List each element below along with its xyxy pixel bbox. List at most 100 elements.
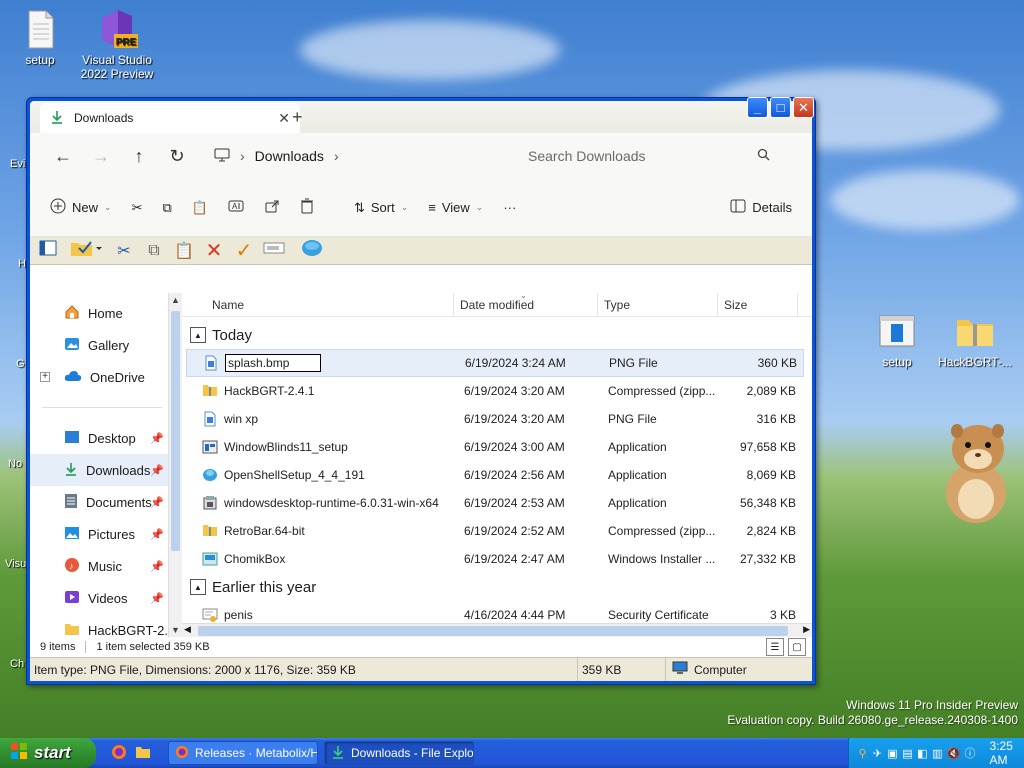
share-button[interactable] (254, 192, 290, 224)
file-row[interactable]: splash.bmp 6/19/2024 3:24 AM PNG File 360 K… (186, 349, 804, 377)
pin-icon[interactable]: 📌 (150, 432, 164, 445)
properties-tool-button[interactable] (300, 239, 324, 263)
rename-button[interactable]: A (218, 192, 254, 224)
breadcrumb[interactable]: › Downloads › (206, 141, 506, 171)
chevron-right-icon[interactable]: › (334, 148, 339, 164)
sidebar-item-pictures[interactable]: Pictures 📌 (30, 518, 182, 550)
column-header-type[interactable]: Type (598, 292, 718, 317)
file-name-cell[interactable]: WindowBlinds11_setup (186, 439, 458, 455)
search-box[interactable]: Search Downloads (518, 141, 780, 171)
desktop-icon-setup-2[interactable]: setup (857, 310, 937, 369)
sidebar-item-home[interactable]: Home (30, 297, 182, 329)
forward-button[interactable]: → (82, 141, 120, 171)
file-row[interactable]: HackBGRT-2.4.1 6/19/2024 3:20 AM Compresse… (186, 377, 804, 405)
desktop-icon-visual-studio[interactable]: PRE Visual Studio 2022 Preview (77, 8, 157, 81)
start-button[interactable]: start (0, 738, 96, 768)
view-button[interactable]: ≡ View ⌄ (418, 192, 493, 224)
rename-input[interactable]: splash.bmp (225, 354, 321, 372)
group-header[interactable]: ▲ Today (186, 321, 804, 349)
collapse-caret-icon[interactable]: ▲ (190, 327, 206, 343)
clock[interactable]: 3:25 AM (990, 739, 1024, 767)
copy-button[interactable]: ⧉ (152, 192, 181, 224)
devices-icon[interactable]: ▣ (887, 746, 898, 760)
printer-icon[interactable]: ▥ (932, 746, 943, 760)
chevron-right-icon[interactable]: › (240, 148, 245, 164)
file-explorer-window[interactable]: Downloads ✕ + _ □ ✕ ← → ↑ ↻ › Downloads … (26, 97, 816, 685)
taskbar-button-explorer[interactable]: Downloads - File Explo... (324, 741, 474, 765)
refresh-button[interactable]: ↻ (158, 141, 196, 171)
desktop-icon-hackbgrt[interactable]: HackBGRT-... (935, 310, 1015, 369)
sidebar-item-gallery[interactable]: Gallery (30, 329, 182, 361)
file-name-cell[interactable]: win xp (186, 411, 458, 427)
minimize-button[interactable]: _ (747, 97, 768, 118)
monitor-icon[interactable] (214, 148, 230, 165)
taskbar-button-firefox[interactable]: Releases · Metabolix/H... (168, 741, 318, 765)
tab-close-icon[interactable]: ✕ (278, 110, 290, 127)
file-name-cell[interactable]: windowsdesktop-runtime-6.0.31-win-x64 (186, 495, 458, 511)
select-tool-button[interactable]: ✓ (232, 239, 256, 263)
tab-downloads[interactable]: Downloads ✕ (40, 103, 300, 133)
paste-button[interactable]: 📋 (182, 192, 218, 224)
cut-tool-button[interactable]: ✂ (112, 239, 136, 263)
scroll-right-icon[interactable]: ▶ (803, 624, 810, 635)
sidebar-item-desktop[interactable]: Desktop 📌 (30, 422, 182, 454)
delete-button[interactable] (290, 192, 324, 224)
info-icon[interactable]: ⓘ (965, 746, 976, 760)
details-view-button[interactable]: ☰ (766, 638, 784, 656)
scroll-left-icon[interactable]: ◀ (184, 624, 191, 635)
file-name-cell[interactable]: HackBGRT-2.4.1 (186, 383, 458, 399)
file-name-cell[interactable]: OpenShellSetup_4_4_191 (186, 467, 458, 483)
network-disabled-icon[interactable]: ✈ (872, 746, 883, 760)
pin-icon[interactable]: 📌 (150, 496, 164, 509)
copy-tool-button[interactable]: ⧉ (142, 239, 166, 263)
horizontal-scrollbar[interactable]: ◀ ▶ (182, 623, 812, 637)
back-button[interactable]: ← (44, 141, 82, 171)
file-row[interactable]: WindowBlinds11_setup 6/19/2024 3:00 AM App… (186, 433, 804, 461)
sidebar-item-videos[interactable]: Videos 📌 (30, 582, 182, 614)
display-icon[interactable]: ▤ (902, 746, 913, 760)
security-icon[interactable]: ◧ (917, 746, 928, 760)
sidebar-item-onedrive[interactable]: + OneDrive (30, 361, 182, 393)
pin-icon[interactable]: 📌 (150, 464, 164, 477)
close-button[interactable]: ✕ (793, 97, 814, 118)
tiles-view-button[interactable]: ▢ (788, 638, 806, 656)
new-tab-button[interactable]: + (292, 107, 303, 128)
column-header-name[interactable]: Name (182, 292, 454, 317)
collapse-caret-icon[interactable]: ▲ (190, 579, 206, 595)
file-row[interactable]: win xp 6/19/2024 3:20 AM PNG File 316 KB (186, 405, 804, 433)
column-header-date[interactable]: ⌄ Date modified (454, 291, 598, 317)
scroll-down-icon[interactable]: ▼ (169, 623, 182, 637)
firefox-quicklaunch[interactable] (110, 744, 128, 762)
pin-icon[interactable]: 📌 (150, 528, 164, 541)
volume-muted-icon[interactable]: 🔇 (947, 746, 961, 760)
folder-options-button[interactable] (66, 239, 106, 263)
file-row[interactable]: ChomikBox 6/19/2024 2:47 AM Windows Instal… (186, 545, 804, 573)
pin-icon[interactable]: 📌 (150, 560, 164, 573)
sidebar-item-music[interactable]: ♪ Music 📌 (30, 550, 182, 582)
nav-scrollbar[interactable]: ▲ ▼ (168, 293, 182, 637)
file-name-cell[interactable]: splash.bmp (187, 354, 459, 372)
scroll-thumb[interactable] (198, 626, 788, 636)
file-row[interactable]: RetroBar.64-bit 6/19/2024 2:52 AM Compress… (186, 517, 804, 545)
file-name-cell[interactable]: penis (186, 607, 458, 623)
breadcrumb-downloads[interactable]: Downloads (255, 148, 324, 164)
pin-icon[interactable]: 📌 (150, 592, 164, 605)
search-icon[interactable]: ⚲ (857, 746, 868, 760)
cut-button[interactable]: ✂ (122, 192, 153, 224)
column-header-size[interactable]: Size (718, 292, 798, 317)
sort-button[interactable]: ⇅ Sort ⌄ (344, 192, 418, 224)
details-pane-button[interactable]: Details (720, 192, 802, 224)
scroll-up-icon[interactable]: ▲ (169, 293, 182, 307)
desktop-icon-setup[interactable]: setup (0, 8, 80, 67)
up-button[interactable]: ↑ (120, 141, 158, 171)
delete-tool-button[interactable]: ✕ (202, 239, 226, 263)
file-name-cell[interactable]: ChomikBox (186, 551, 458, 567)
explorer-quicklaunch[interactable] (134, 744, 152, 762)
maximize-button[interactable]: □ (770, 97, 791, 118)
file-row[interactable]: windowsdesktop-runtime-6.0.31-win-x64 6/1… (186, 489, 804, 517)
sidebar-item-downloads[interactable]: Downloads 📌 (30, 454, 182, 486)
group-header[interactable]: ▲ Earlier this year (186, 573, 804, 601)
scroll-thumb[interactable] (171, 311, 180, 551)
navigation-pane-toggle[interactable] (36, 239, 60, 263)
expand-plus-icon[interactable]: + (40, 372, 50, 382)
